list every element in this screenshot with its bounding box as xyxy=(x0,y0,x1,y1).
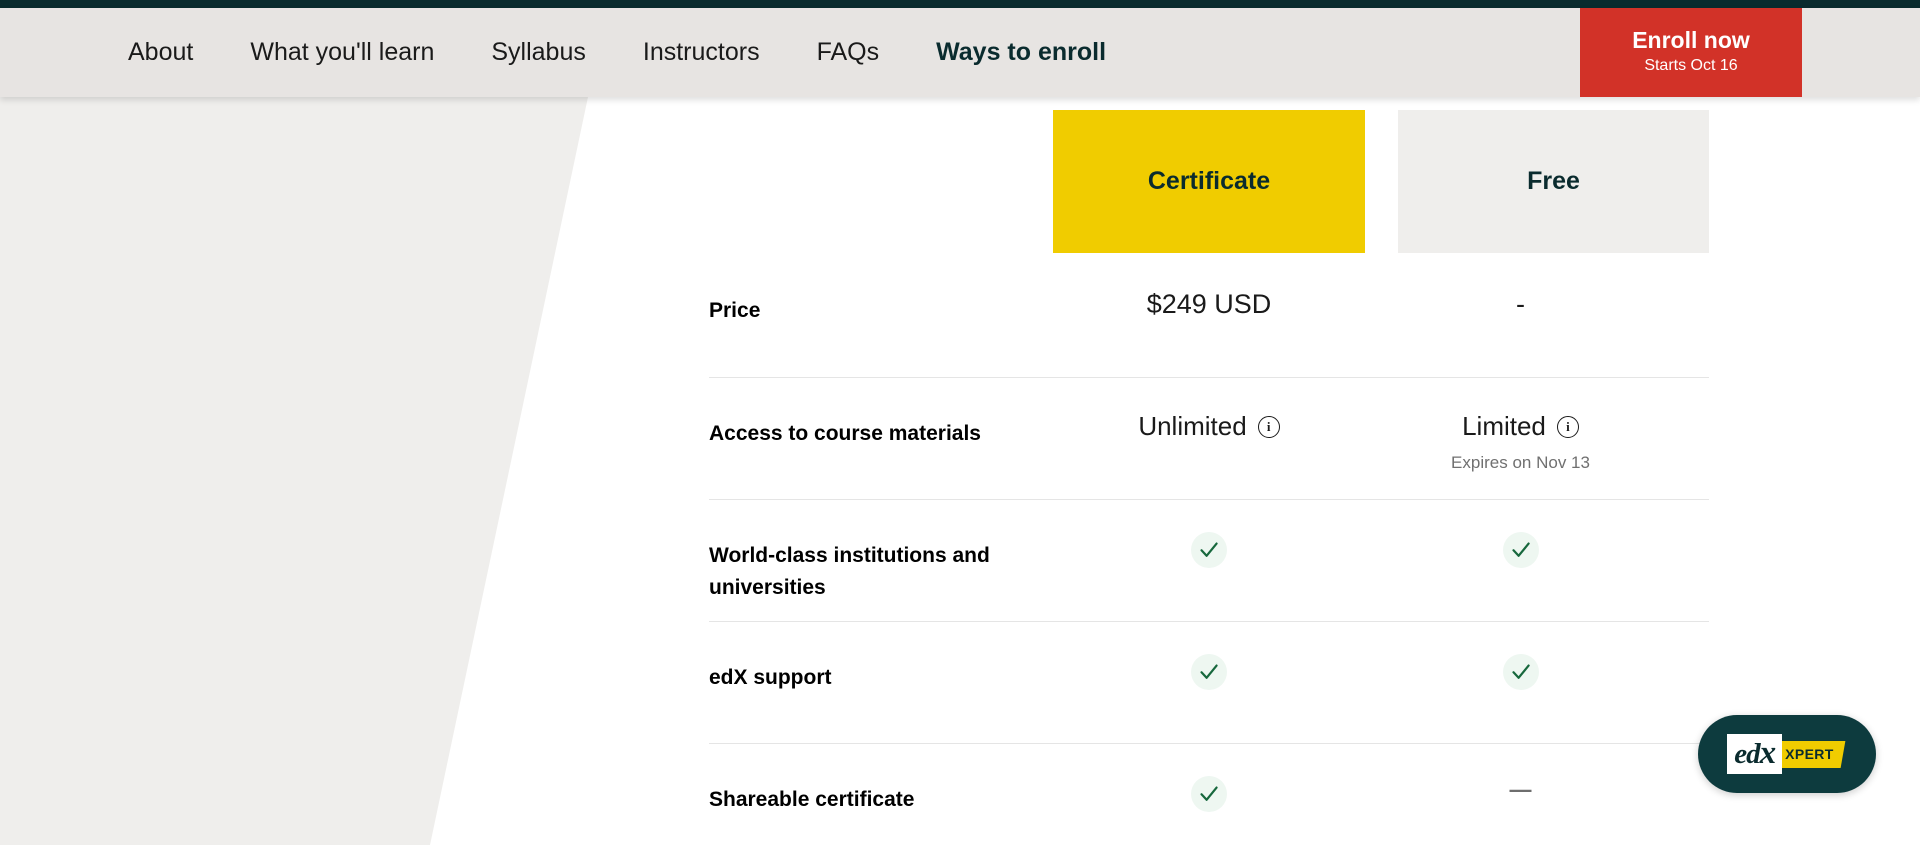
cell-shareable-certificate xyxy=(1053,744,1365,812)
xpert-chat-button[interactable]: edx XPERT xyxy=(1698,715,1876,793)
table-row-edx-support: edX support xyxy=(709,621,1709,743)
access-free-value: Limited xyxy=(1462,411,1546,441)
nav-enroll-start-date: Starts Oct 16 xyxy=(1644,56,1738,74)
table-row-price: Price $249 USD - xyxy=(709,255,1709,377)
course-subnav: About What you'll learn Syllabus Instruc… xyxy=(0,8,1920,97)
page-root: About What you'll learn Syllabus Instruc… xyxy=(0,0,1920,845)
nav-link-what-youll-learn[interactable]: What you'll learn xyxy=(250,38,434,67)
table-row-shareable-certificate: Shareable certificate — xyxy=(709,743,1709,845)
ways-to-enroll-hero-panel xyxy=(0,97,588,845)
nav-link-instructors[interactable]: Instructors xyxy=(643,38,760,67)
table-row-access-to-course-materials: Access to course materials Unlimited i L… xyxy=(709,377,1709,499)
edx-logo-icon: edx xyxy=(1727,734,1783,774)
price-free-value: - xyxy=(1516,289,1525,319)
access-free-expiry-note: Expires on Nov 13 xyxy=(1451,452,1590,472)
nav-link-ways-to-enroll[interactable]: Ways to enroll xyxy=(936,38,1106,67)
nav-enroll-now-button[interactable]: Enroll now Starts Oct 16 xyxy=(1580,8,1802,97)
row-label-access-to-course-materials: Access to course materials xyxy=(709,422,981,445)
info-icon[interactable]: i xyxy=(1556,415,1579,438)
check-icon xyxy=(1191,532,1227,568)
subnav-link-list: About What you'll learn Syllabus Instruc… xyxy=(0,8,1163,97)
value-group: Limited i xyxy=(1462,410,1579,444)
enrollment-comparison-table: Certificate Free Price $249 USD - Access… xyxy=(709,97,1709,845)
plan-card-free-label: Free xyxy=(1527,167,1580,195)
cell-access-certificate: Unlimited i xyxy=(1053,378,1365,444)
access-certificate-value: Unlimited xyxy=(1138,411,1247,441)
shareable-free-dash: — xyxy=(1509,777,1532,802)
info-icon[interactable]: i xyxy=(1257,415,1280,438)
edx-xpert-logo: edx XPERT xyxy=(1727,734,1846,774)
plan-card-free[interactable]: Free xyxy=(1398,110,1709,253)
cell-price-certificate: $249 USD xyxy=(1053,255,1365,322)
price-certificate-value: $249 USD xyxy=(1146,289,1272,319)
row-label-price: Price xyxy=(709,299,761,322)
row-label-world-class-institutions: World-class institutions and universitie… xyxy=(709,544,990,599)
nav-link-faqs[interactable]: FAQs xyxy=(817,38,880,67)
value-group: - xyxy=(1516,287,1525,322)
cell-price-free: - xyxy=(1365,255,1676,322)
cell-access-free: Limited i Expires on Nov 13 xyxy=(1365,378,1676,475)
table-row-world-class-institutions: World-class institutions and universitie… xyxy=(709,499,1709,621)
cell-institutions-certificate xyxy=(1053,500,1365,568)
value-group: $249 USD xyxy=(1147,287,1272,322)
cell-institutions-free xyxy=(1365,500,1676,568)
value-group: Unlimited i xyxy=(1138,410,1280,444)
cell-shareable-free: — xyxy=(1365,744,1676,805)
check-icon xyxy=(1502,532,1539,568)
cell-support-free xyxy=(1365,622,1676,690)
check-icon xyxy=(1502,654,1539,690)
nav-link-syllabus[interactable]: Syllabus xyxy=(491,38,586,67)
nav-link-about[interactable]: About xyxy=(128,38,193,67)
plan-card-certificate-label: Certificate xyxy=(1147,167,1271,195)
check-icon xyxy=(1191,776,1227,812)
row-label-edx-support: edX support xyxy=(709,666,832,689)
row-label-shareable-certificate: Shareable certificate xyxy=(709,788,915,811)
check-icon xyxy=(1191,654,1227,690)
nav-enroll-label: Enroll now xyxy=(1632,27,1750,54)
plan-card-certificate[interactable]: Certificate xyxy=(1053,110,1365,253)
cell-support-certificate xyxy=(1053,622,1365,690)
plan-header-row: Certificate Free xyxy=(709,97,1709,255)
